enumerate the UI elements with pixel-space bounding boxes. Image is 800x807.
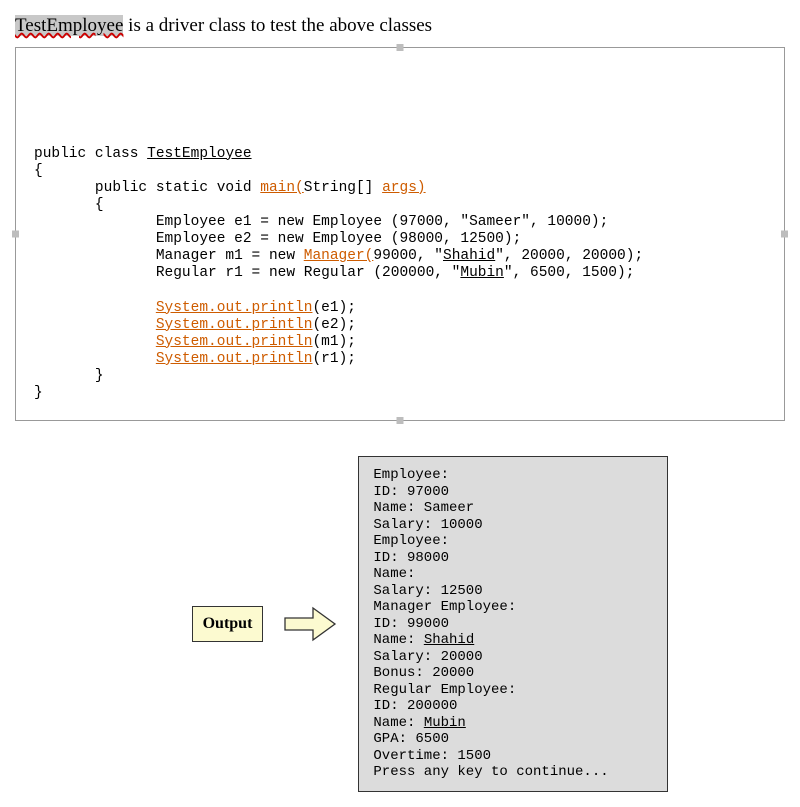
code-line-7e: ", 20000, 20000); [495,248,643,264]
output-box: Employee: ID: 97000 Name: Sameer Salary:… [358,456,668,792]
out-l14: Regular Employee: [373,682,516,698]
out-l17: GPA: 6500 [373,731,449,747]
output-area: Output Employee: ID: 97000 Name: Sameer … [15,456,785,792]
output-label: Output [203,615,253,632]
code-line-9b: System.out.println [156,300,313,316]
code-line-11b: System.out.println [156,334,313,350]
resize-handle-left[interactable] [12,231,19,238]
code-line-13: } [34,368,104,384]
code-line-11c: (m1); [312,334,356,350]
out-l10: ID: 99000 [373,616,449,632]
output-label-box: Output [192,606,264,642]
out-l13: Bonus: 20000 [373,665,474,681]
out-l19: Press any key to continue... [373,764,608,780]
code-line-10c: (e2); [312,317,356,333]
resize-handle-bottom[interactable] [397,417,404,424]
code-line-3c: String[] [304,180,382,196]
code-line-1a: public class [34,146,147,162]
heading-rest: is a driver class to test the above clas… [123,15,432,36]
code-line-7c: 99000, " [373,248,443,264]
resize-handle-top[interactable] [397,44,404,51]
code-line-12c: (r1); [312,351,356,367]
code-line-10a [34,317,156,333]
out-l11b: Shahid [424,632,474,648]
out-l16b: Mubin [424,715,466,731]
code-line-3d: args) [382,180,426,196]
code-line-2: { [34,163,43,179]
out-l18: Overtime: 1500 [373,748,491,764]
code-line-4: { [34,197,104,213]
code-line-12a [34,351,156,367]
code-line-7a: Manager m1 = new [34,248,304,264]
code-line-5: Employee e1 = new Employee (97000, "Same… [34,214,608,230]
heading-highlighted: TestEmployee [15,15,123,36]
arrow-right-icon [283,604,338,644]
code-line-10b: System.out.println [156,317,313,333]
out-l5: Employee: [373,533,449,549]
code-box: public class TestEmployee { public stati… [15,47,785,421]
heading-line: TestEmployee is a driver class to test t… [15,15,785,37]
out-l1: Employee: [373,467,449,483]
out-l15: ID: 200000 [373,698,457,714]
code-line-7b: Manager( [304,248,374,264]
code-line-6: Employee e2 = new Employee (98000, 12500… [34,231,521,247]
code-line-8b: Mubin [460,265,504,281]
out-l6: ID: 98000 [373,550,449,566]
code-line-7d: Shahid [443,248,495,264]
out-l3: Name: Sameer [373,500,474,516]
code-line-3a: public static void [34,180,260,196]
out-l4: Salary: 10000 [373,517,482,533]
code-line-1b: TestEmployee [147,146,251,162]
code-line-3b: main( [260,180,304,196]
code-line-8a: Regular r1 = new Regular (200000, " [34,265,460,281]
resize-handle-right[interactable] [781,231,788,238]
code-line-9c: (e1); [312,300,356,316]
code-line-11a [34,334,156,350]
out-l2: ID: 97000 [373,484,449,500]
out-l9: Manager Employee: [373,599,516,615]
code-line-8c: ", 6500, 1500); [504,265,635,281]
code-line-14: } [34,385,43,401]
out-l7: Name: [373,566,415,582]
out-l12: Salary: 20000 [373,649,482,665]
code-line-12b: System.out.println [156,351,313,367]
out-l16a: Name: [373,715,423,731]
out-l11a: Name: [373,632,423,648]
code-line-9a [34,300,156,316]
out-l8: Salary: 12500 [373,583,482,599]
